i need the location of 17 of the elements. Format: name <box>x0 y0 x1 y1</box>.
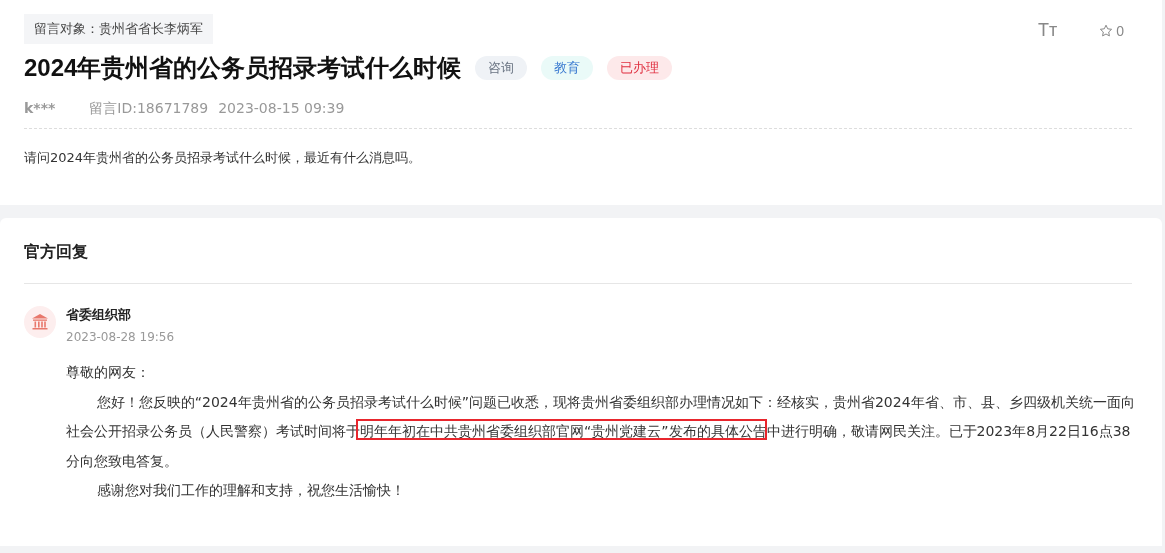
reply-heading: 官方回复 <box>24 242 89 263</box>
author-name: k*** <box>24 100 56 118</box>
status-tag: 已办理 <box>607 56 673 80</box>
recipient-label: 留言对象：贵州省省长李炳军 <box>24 14 213 44</box>
message-title: 2024年贵州省的公务员招录考试什么时候 <box>24 53 462 83</box>
category-tag: 咨询 <box>475 56 528 80</box>
message-body: 请问2024年贵州省的公务员招录考试什么时候，最近有什么消息吗。 <box>24 149 423 167</box>
category-tag: 教育 <box>541 56 594 80</box>
reply-time: 2023-08-28 19:56 <box>66 330 175 344</box>
post-time: 2023-08-15 09:39 <box>218 100 345 118</box>
reply-paragraph: 尊敬的网友： <box>66 363 151 382</box>
font-size-button[interactable]: Tт <box>1037 20 1058 41</box>
favorite-button[interactable]: 0 <box>1099 23 1124 39</box>
government-building-icon <box>24 306 56 338</box>
message-id: 留言ID:18671789 <box>89 100 209 118</box>
department-name: 省委组织部 <box>66 306 132 324</box>
reply-paragraph: 感谢您对我们工作的理解和支持，祝您生活愉快！ <box>95 481 406 500</box>
